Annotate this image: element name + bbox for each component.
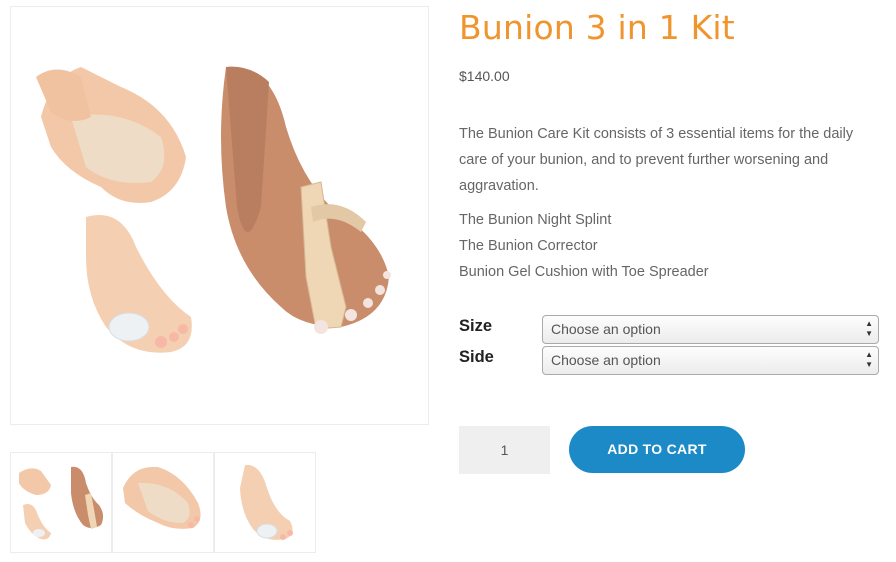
select-arrows-icon: ▲ ▼ — [865, 350, 873, 369]
select-arrows-icon: ▲ ▼ — [865, 319, 873, 338]
sleeve-thumbnail-image — [123, 466, 201, 529]
bunion-kit-photo — [31, 66, 391, 353]
gel-thumbnail-image — [240, 464, 293, 540]
add-to-cart-button[interactable]: ADD TO CART — [569, 426, 745, 473]
thumbnail-sleeve[interactable] — [112, 452, 214, 553]
feature-item: The Bunion Corrector — [459, 238, 598, 254]
thumbnail-gel-spreader[interactable] — [214, 452, 316, 553]
feature-item: Bunion Gel Cushion with Toe Spreader — [459, 264, 709, 280]
product-title: Bunion 3 in 1 Kit — [459, 8, 735, 47]
product-price: $140.00 — [459, 68, 510, 84]
thumbnail-kit[interactable] — [10, 452, 112, 553]
side-label: Side — [459, 348, 494, 366]
kit-thumbnail-image — [19, 466, 104, 540]
feature-item: The Bunion Night Splint — [459, 212, 612, 228]
thumbnail-gallery — [10, 452, 316, 553]
main-product-image[interactable] — [10, 6, 429, 425]
feature-list: The Bunion Night Splint The Bunion Corre… — [459, 207, 709, 285]
size-label: Size — [459, 317, 493, 335]
size-select[interactable]: Choose an option ▲ ▼ — [542, 315, 879, 344]
size-select-value: Choose an option — [551, 321, 661, 337]
product-description: The Bunion Care Kit consists of 3 essent… — [459, 126, 854, 194]
side-select[interactable]: Choose an option ▲ ▼ — [542, 346, 879, 375]
side-select-value: Choose an option — [551, 352, 661, 368]
quantity-input[interactable]: 1 — [459, 426, 550, 474]
